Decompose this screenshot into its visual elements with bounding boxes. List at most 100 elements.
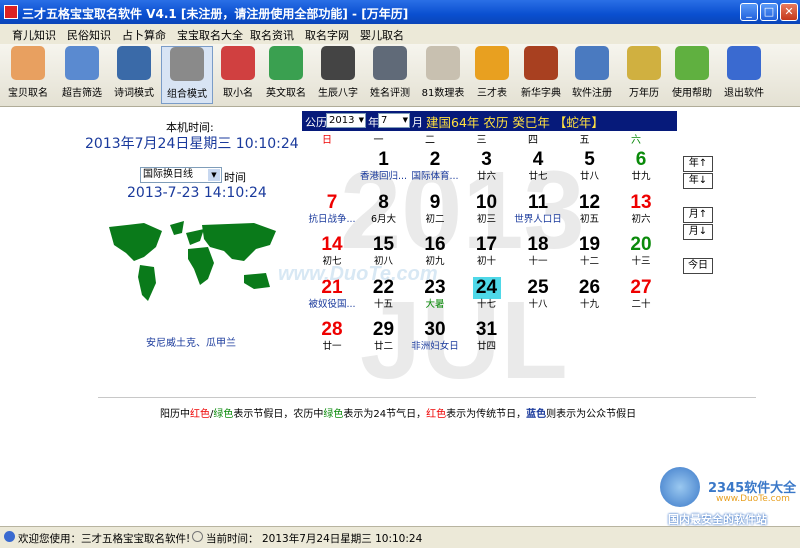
month-up-button[interactable]: 月↑ [683,207,713,223]
maximize-button[interactable]: □ [760,3,778,21]
menu-item[interactable]: 占卜算命 [122,27,166,43]
toolbar-button[interactable]: 生辰八字 [312,46,364,104]
toolbar-button[interactable]: 使用帮助 [666,46,718,104]
day-cell[interactable]: 19 十二 [563,234,617,268]
toolbar-button[interactable]: 诗词模式 [108,46,160,104]
day-number: 14 [321,234,343,255]
calendar-icon [627,46,661,80]
toolbar-button[interactable]: 宝贝取名 [2,46,54,104]
toolbar-button[interactable]: 万年历 [618,46,670,104]
day-cell[interactable]: 24 十七 [460,276,514,311]
toolbar-button[interactable]: 软件注册 [566,46,618,104]
day-number: 31 [475,319,498,340]
toolbar-label: 超吉筛选 [62,88,102,99]
lunar-info: 建国64年 农历 癸巳年 【蛇年】 [426,115,604,130]
minimize-button[interactable]: _ [740,3,758,21]
chevron-down-icon: ▼ [358,116,364,124]
timezone-select[interactable]: 国际换日线 ▼ [140,167,222,183]
day-cell[interactable]: 7 抗日战争... [305,192,359,226]
toolbar-button[interactable]: 取小名 [212,46,264,104]
day-number: 19 [578,234,601,255]
day-lunar: 十一 [528,256,548,267]
toolbar-label: 取小名 [223,88,253,99]
weekday-label: 三 [476,135,487,146]
toolbar-button[interactable]: 英文取名 [260,46,312,104]
baby-icon [11,46,45,80]
map-europe [186,229,204,245]
gongli-label: 公历 [305,116,327,129]
toolbar-button[interactable]: 新华字典 [515,46,567,104]
day-cell[interactable]: 12 初五 [563,192,617,226]
day-cell[interactable]: 28 廿一 [305,319,359,353]
magnifier-icon [65,46,99,80]
day-cell[interactable]: 17 初十 [460,234,514,268]
day-cell[interactable]: 4 廿七 [511,149,565,183]
day-cell[interactable]: 31 廿四 [460,319,514,353]
calculator-icon [373,46,407,80]
day-lunar: 廿七 [528,171,548,182]
day-cell[interactable]: 20 十三 [614,234,668,268]
day-lunar: 十三 [631,256,651,267]
day-cell[interactable]: 25 十八 [511,277,565,311]
toolbar-label: 生辰八字 [318,88,358,99]
month-down-button[interactable]: 月↓ [683,224,713,240]
day-lunar: 十二 [579,256,599,267]
toolbar-button[interactable]: 退出软件 [718,46,770,104]
menu-item[interactable]: 宝宝取名大全 [177,27,243,43]
day-lunar: 大暑 [425,298,445,310]
day-number: 26 [578,276,601,298]
day-lunar: 国际体育... [411,171,459,182]
day-cell[interactable]: 2 国际体育... [408,149,462,183]
legend-green: 绿色 [323,409,344,420]
day-cell[interactable]: 27 二十 [614,277,668,311]
toolbar-button[interactable]: 三才表 [466,46,518,104]
year-down-button[interactable]: 年↓ [683,173,713,189]
chevron-down-icon: ▼ [208,169,220,181]
today-button[interactable]: 今日 [683,258,713,274]
toolbar-button[interactable]: 81数理表 [417,46,469,104]
day-lunar: 初五 [579,213,599,225]
exit-icon [727,46,761,80]
day-cell[interactable]: 11 世界人口日 [511,192,565,226]
map-greenland [170,221,184,235]
weekday-label: 日 [322,135,332,146]
day-number: 27 [630,276,652,298]
day-number: 12 [578,191,601,213]
help-icon [675,46,709,80]
menu-item[interactable]: 民俗知识 [67,27,111,43]
day-number: 17 [475,234,498,255]
day-cell[interactable]: 29 廿二 [357,319,411,353]
local-time: 2013年7月24日星期三 10:10:24 [85,136,299,152]
day-cell[interactable]: 1 香港回归... [357,149,411,183]
day-cell[interactable]: 8 6月大 [357,192,411,226]
year-select[interactable]: 2013 ▼ [326,113,366,128]
app-icon[interactable] [4,5,18,19]
status-welcome: 欢迎您使用：三才五格宝宝取名软件! [18,533,191,545]
tools-icon [575,46,609,80]
toolbar-button[interactable]: 超吉筛选 [56,46,108,104]
day-cell[interactable]: 26 十九 [563,277,617,311]
day-cell[interactable]: 3 廿六 [460,149,514,183]
toolbar-button[interactable]: 组合模式 [161,46,213,104]
day-number: 29 [372,319,395,340]
menu-item[interactable]: 婴儿取名 [360,27,404,43]
weekday-label: 四 [528,135,538,146]
status-bar: 欢迎您使用：三才五格宝宝取名软件! 当前时间： 2013年7月24日星期三 10… [0,526,800,548]
day-number: 28 [321,319,343,340]
day-cell[interactable]: 13 初六 [614,192,668,226]
day-cell[interactable]: 18 十一 [511,234,565,268]
menu-item[interactable]: 取名资讯 [250,27,294,43]
day-cell[interactable]: 30 非洲妇女日 [408,319,462,353]
menu-item[interactable]: 取名字网 [305,27,349,43]
legend-red: 红色 [426,409,447,420]
day-lunar: 廿四 [476,341,496,352]
day-cell[interactable]: 10 初三 [460,192,514,226]
month-select[interactable]: 7 ▼ [378,113,410,128]
day-cell[interactable]: 5 廿八 [563,149,617,183]
year-up-button[interactable]: 年↑ [683,156,713,172]
close-button[interactable]: ✕ [780,3,798,21]
toolbar-button[interactable]: 姓名评测 [364,46,416,104]
menu-item[interactable]: 育儿知识 [12,27,56,43]
day-cell[interactable]: 9 初二 [408,192,462,226]
day-cell[interactable]: 6 廿九 [614,149,668,183]
